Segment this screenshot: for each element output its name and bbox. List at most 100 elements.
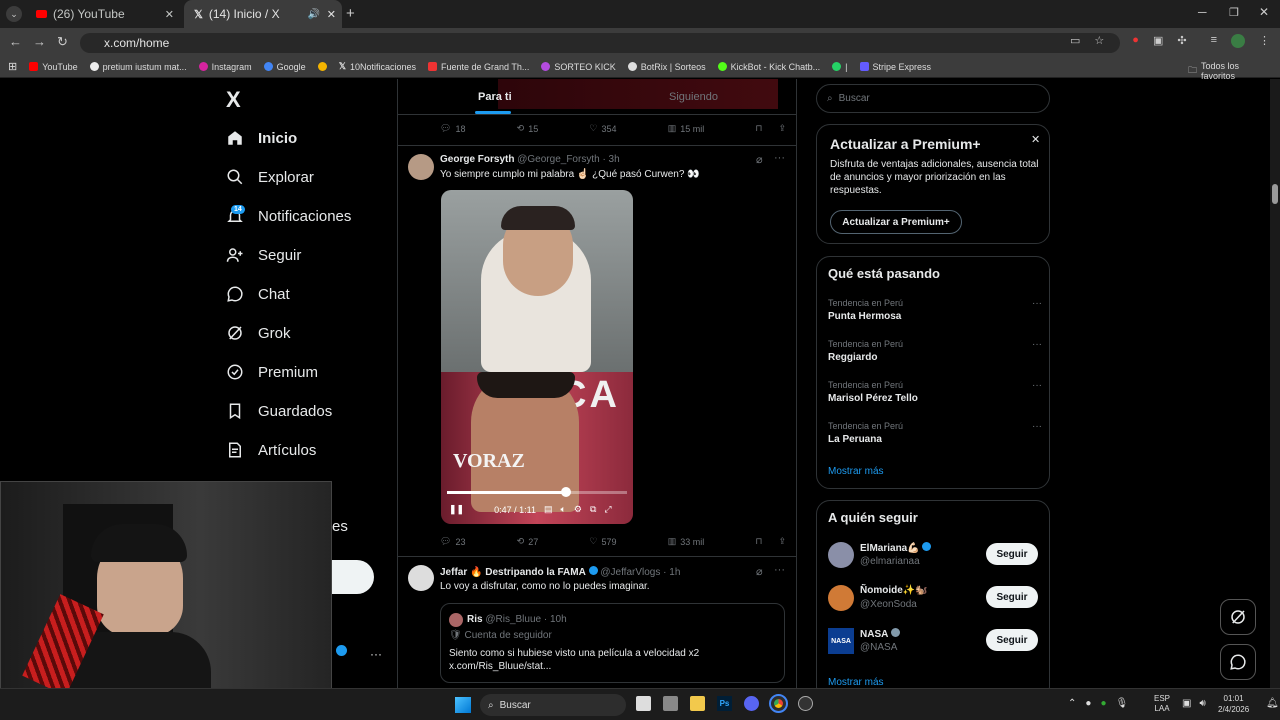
post-author-handle[interactable]: @JeffarVlogs	[600, 567, 660, 578]
quoted-post[interactable]: Ris @Ris_Bluue · 10h 🛡︎ Cuenta de seguid…	[440, 603, 785, 683]
tray-status-icons[interactable]: ▣ 🔊︎	[1182, 698, 1206, 709]
media-icon[interactable]: ≡	[1211, 34, 1217, 48]
notification-center-icon[interactable]: 🔔︎	[1266, 698, 1279, 709]
x-logo[interactable]: X	[226, 87, 241, 113]
post-more-icon[interactable]: ···	[774, 152, 785, 164]
bookmark-button[interactable]: ⊓ ⇪	[755, 536, 786, 547]
tray-app-icon[interactable]: ●	[1085, 698, 1091, 709]
post-more-icon[interactable]: ···	[774, 564, 785, 576]
post-george[interactable]: George Forsyth @George_Forsyth · 3h ⌀ ··…	[398, 146, 796, 556]
close-tab-icon[interactable]: ✕	[327, 8, 336, 21]
post-time[interactable]: · 1h	[663, 567, 680, 578]
post-jeffar[interactable]: Jeffar 🔥 Destripando la FAMA @JeffarVlog…	[398, 557, 796, 688]
start-icon[interactable]	[455, 697, 471, 713]
url-field[interactable]: x.com/home	[80, 33, 1120, 53]
minimize-icon[interactable]: ─	[1198, 5, 1207, 19]
follow-button[interactable]: Seguir	[986, 543, 1038, 565]
cast-icon[interactable]: ▭	[1070, 34, 1080, 48]
views-button[interactable]: ▥ 33 mil	[668, 536, 705, 547]
follow-item[interactable]: NASA NASA @NASA Seguir	[828, 626, 1040, 656]
repost-button[interactable]: ⟲ 27	[517, 536, 539, 547]
tab-youtube[interactable]: (26) YouTube ✕	[26, 0, 182, 28]
extension-icon[interactable]: ▣	[1153, 34, 1163, 48]
menu-icon[interactable]: ⋮	[1259, 34, 1270, 48]
grok-floating-button[interactable]	[1220, 599, 1256, 635]
trend-more-icon[interactable]: ···	[1032, 339, 1042, 350]
tray-app-icon[interactable]: ●	[1100, 698, 1106, 709]
tab-para-ti[interactable]: Para ti	[478, 91, 512, 103]
nasa-logo[interactable]: NASA	[828, 628, 854, 654]
grok-post-icon[interactable]: ⌀	[756, 565, 763, 578]
close-icon[interactable]: ✕	[1031, 133, 1040, 146]
like-button[interactable]: ♡ 579	[589, 536, 616, 547]
forward-icon[interactable]: →	[33, 34, 46, 49]
new-tab-button[interactable]: +	[346, 5, 355, 22]
extension-red-icon[interactable]: ●	[1132, 34, 1139, 48]
pause-icon[interactable]: ❚❚	[449, 504, 464, 515]
tab-x-home[interactable]: 𝕏 (14) Inicio / X 🔊 ✕	[184, 0, 342, 28]
sidebar-item-explorar[interactable]: Explorar	[226, 168, 314, 186]
premium-upgrade-button[interactable]: Actualizar a Premium+	[830, 210, 962, 234]
follow-show-more[interactable]: Mostrar más	[828, 677, 884, 688]
file-explorer-icon[interactable]	[690, 696, 705, 711]
trend-more-icon[interactable]: ···	[1032, 421, 1042, 432]
search-field[interactable]: ⌕ Buscar	[816, 84, 1050, 113]
tab-siguiendo[interactable]: Siguiendo	[669, 91, 718, 103]
obs-icon[interactable]	[798, 696, 813, 711]
views-button[interactable]: ▥ 15 mil	[668, 123, 705, 134]
trend-item[interactable]: Tendencia en Perú La Peruana ···	[828, 421, 1042, 445]
sidebar-item-premium[interactable]: Premium	[226, 363, 318, 381]
settings-icon[interactable]: ⚙	[574, 504, 582, 515]
video-progress-track[interactable]	[447, 487, 627, 497]
video-scrubber[interactable]	[560, 487, 571, 497]
usb-icon[interactable]	[663, 696, 678, 711]
input-language[interactable]: ESP LAA	[1154, 694, 1170, 714]
sidebar-item-notificaciones[interactable]: Notificaciones	[226, 207, 351, 225]
bookmark-pinwheel[interactable]	[317, 62, 327, 71]
scrollbar-thumb[interactable]	[1272, 184, 1278, 204]
trend-more-icon[interactable]: ···	[1032, 298, 1042, 309]
avatar[interactable]	[408, 565, 434, 591]
avatar[interactable]	[449, 613, 463, 627]
sidebar-item-articulos[interactable]: Artículos	[226, 441, 316, 459]
taskbar-search[interactable]: ⌕ Buscar	[480, 694, 626, 716]
post-author-handle[interactable]: @George_Forsyth	[517, 154, 599, 165]
video-player[interactable]: CA VORAZ ❚❚ 0:47 / 1:11 ▤ 🔈︎ ⚙ ⧉ ⤢	[441, 190, 633, 524]
bookmark-grand-theft[interactable]: Fuente de Grand Th...	[428, 62, 529, 72]
bookmark-botrix[interactable]: BotRix | Sorteos	[627, 62, 706, 72]
grok-post-icon[interactable]: ⌀	[756, 153, 763, 166]
fullscreen-icon[interactable]: ⤢	[604, 504, 611, 515]
bookmark-google[interactable]: Google	[263, 62, 306, 72]
follow-item[interactable]: Ñomoide✨🐿️ @XeonSoda Seguir	[828, 583, 1040, 613]
avatar[interactable]	[828, 542, 854, 568]
post-author-name[interactable]: George Forsyth	[440, 154, 514, 165]
like-button[interactable]: ♡ 354	[589, 123, 616, 134]
sidebar-item-guardados[interactable]: Guardados	[226, 402, 332, 420]
photoshop-icon[interactable]: Ps	[717, 696, 732, 711]
profile-avatar[interactable]	[1230, 34, 1245, 48]
clock[interactable]: 01:01 2/4/2026	[1218, 693, 1249, 715]
account-more-icon[interactable]: ···	[370, 647, 382, 661]
restore-icon[interactable]: ❐	[1229, 6, 1239, 19]
bookmark-youtube[interactable]: YouTube	[29, 62, 78, 72]
bookmark-instagram[interactable]: Instagram	[198, 62, 252, 72]
close-tab-icon[interactable]: ✕	[165, 8, 174, 21]
quote-link[interactable]: x.com/Ris_Bluue/stat...	[449, 661, 551, 672]
follow-button[interactable]: Seguir	[986, 629, 1038, 651]
messages-floating-button[interactable]	[1220, 644, 1256, 680]
share-icon[interactable]: ⇪	[778, 123, 786, 134]
star-icon[interactable]: ☆	[1094, 34, 1104, 48]
pip-icon[interactable]: ⧉	[590, 504, 596, 515]
microphone-icon[interactable]: 🎙︎	[1115, 698, 1128, 709]
bookmark-pretium[interactable]: pretium iustum mat...	[89, 62, 187, 72]
bookmark-button[interactable]: ⊓ ⇪	[755, 123, 786, 134]
post-author-name[interactable]: Jeffar 🔥 Destripando la FAMA	[440, 567, 586, 578]
avatar[interactable]	[828, 585, 854, 611]
trends-show-more[interactable]: Mostrar más	[828, 466, 884, 477]
trend-item[interactable]: Tendencia en Perú Punta Hermosa ···	[828, 298, 1042, 322]
page-scrollbar[interactable]	[1270, 79, 1280, 688]
sidebar-item-inicio[interactable]: Inicio	[226, 129, 297, 147]
puzzle-icon[interactable]: ✣	[1177, 34, 1186, 48]
volume-icon[interactable]: 🔈︎	[560, 504, 565, 515]
back-icon[interactable]: ←	[9, 34, 22, 49]
